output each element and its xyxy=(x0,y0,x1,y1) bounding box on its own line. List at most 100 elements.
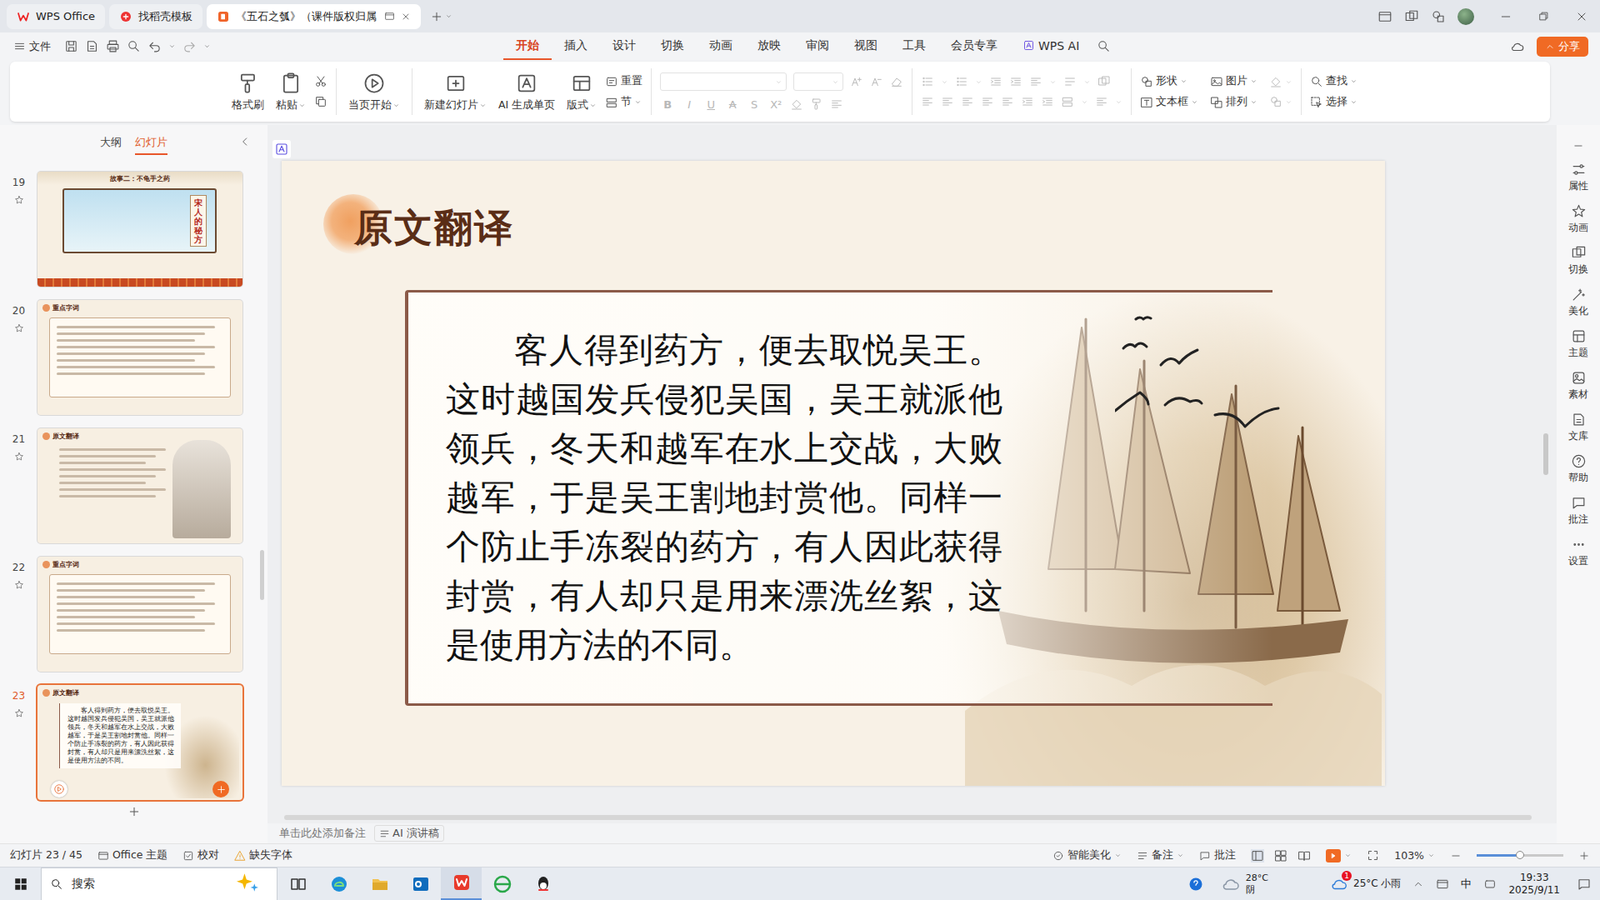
ai-speech-button[interactable]: AI 演讲稿 xyxy=(374,825,445,842)
tab-label: 找稻壳模板 xyxy=(138,9,193,25)
format-button[interactable]: I xyxy=(681,98,697,111)
panel-tab[interactable]: 幻灯片 xyxy=(135,131,168,155)
weather-now[interactable]: 125°C 小雨 xyxy=(1330,875,1401,894)
ribbon-tab[interactable]: 放映 xyxy=(745,32,794,60)
ribbon-tab[interactable]: 工具 xyxy=(890,32,939,60)
find-button[interactable]: 查找 xyxy=(1310,74,1358,89)
taskbar-app[interactable] xyxy=(318,867,360,900)
bullets-icon xyxy=(920,75,935,89)
tab-label: 放映 xyxy=(757,38,781,54)
taskbar-app[interactable] xyxy=(359,867,400,900)
slideshow[interactable] xyxy=(1325,849,1352,863)
slide-thumbnail[interactable]: 原文翻译客人得到药方，便去取悦吴王。这时越国发兵侵犯吴国，吴王就派他领兵，冬天和… xyxy=(37,685,243,800)
collapse-panel[interactable] xyxy=(239,135,251,150)
ribbon-tab[interactable]: WPS AI xyxy=(1010,32,1092,60)
ribbon-tabs: 开始插入设计切换动画放映审阅视图工具会员专享WPS AI xyxy=(503,32,1092,60)
reset-button[interactable]: 重置 xyxy=(605,74,643,89)
layout-button[interactable]: 版式 xyxy=(563,70,600,115)
ribbon-tab[interactable]: 视图 xyxy=(841,32,890,60)
taskbar-search[interactable]: 搜索 xyxy=(40,867,278,900)
slide-thumbnail[interactable]: 故事二：不龟手之药宋人的秘方 xyxy=(37,171,243,287)
arrange-button[interactable]: 排列 xyxy=(1210,95,1258,110)
side-tool[interactable]: 素材 xyxy=(1568,370,1589,405)
side-tool[interactable]: 美化 xyxy=(1568,286,1589,322)
ribbon-tab[interactable]: 切换 xyxy=(648,32,697,60)
slide-thumbnail[interactable]: 重点字词 xyxy=(37,300,243,415)
panel-tab[interactable]: 大纲 xyxy=(100,131,122,155)
dropdown-chevron-icon xyxy=(203,42,211,50)
side-tool[interactable]: 批注 xyxy=(1568,495,1589,530)
format-button[interactable]: X² xyxy=(768,98,784,111)
add-slide[interactable] xyxy=(0,800,268,819)
side-tool[interactable]: 切换 xyxy=(1568,245,1589,280)
share-button[interactable]: 分享 xyxy=(1536,36,1589,57)
taskbar-app[interactable] xyxy=(481,867,523,900)
format-button[interactable]: S xyxy=(746,98,762,111)
paste-button[interactable]: 粘贴 xyxy=(272,70,310,115)
side-tool[interactable]: 帮助 xyxy=(1568,453,1589,489)
ai-slide-button[interactable]: AI 生成单页 xyxy=(495,70,559,115)
taskbar-app[interactable] xyxy=(522,867,564,900)
notes-placeholder[interactable]: 单击此处添加备注 xyxy=(279,825,366,841)
format-button[interactable]: B xyxy=(660,98,675,111)
select-button[interactable]: 选择 xyxy=(1310,95,1358,110)
dropdown-chevron-icon xyxy=(392,101,400,110)
zoom-slider[interactable] xyxy=(1476,854,1564,857)
document-tab[interactable]: 找稻壳模板 xyxy=(109,4,203,30)
format-painter-button[interactable]: 格式刷 xyxy=(228,70,268,115)
dropdown-chevron-icon xyxy=(1344,851,1352,860)
ribbon-tab[interactable]: 会员专享 xyxy=(938,32,1010,60)
side-tool[interactable]: 属性 xyxy=(1568,161,1589,197)
vertical-scrollbar[interactable] xyxy=(1543,125,1550,812)
ribbon-tab[interactable]: 插入 xyxy=(551,32,600,60)
ribbon-tab[interactable]: 开始 xyxy=(503,32,552,60)
document-tab[interactable]: WPS Office xyxy=(6,4,105,30)
smart-beautify[interactable]: 智能美化 xyxy=(1052,848,1122,863)
slide-title[interactable]: 原文翻译 xyxy=(354,202,515,255)
scroll-track xyxy=(284,815,1532,820)
slide-body-text[interactable]: 客人得到药方，便去取悦吴王。这时越国发兵侵犯吴国，吴王就派他领兵，冬天和越军在水… xyxy=(445,325,1003,670)
ai-assistant[interactable] xyxy=(272,140,291,159)
slideshow-button[interactable]: 当页开始 xyxy=(345,70,404,115)
image-button[interactable]: 图片 xyxy=(1210,74,1258,89)
horizontal-scrollbar[interactable] xyxy=(267,811,1557,824)
format-button[interactable]: A xyxy=(725,98,740,111)
theme-name[interactable]: Office 主题 xyxy=(97,848,168,863)
side-tool[interactable]: 文库 xyxy=(1568,411,1589,447)
slide-thumbnail[interactable]: 重点字词 xyxy=(37,556,243,672)
section-button[interactable]: 节 xyxy=(605,95,643,110)
taskbar-app[interactable] xyxy=(400,867,441,900)
taskbar-app[interactable] xyxy=(277,867,319,900)
format-button[interactable]: U xyxy=(703,98,719,111)
clock[interactable]: 19:332025/9/11 xyxy=(1508,871,1560,897)
arrange-icon xyxy=(1210,95,1224,110)
start-button[interactable] xyxy=(0,867,41,900)
slide-thumbnail[interactable]: 原文翻译 xyxy=(37,428,243,544)
font-size-field[interactable] xyxy=(793,72,844,91)
document-tab[interactable]: 《五石之瓠》（课件版权归属 xyxy=(206,4,421,30)
notes-toggle[interactable]: 备注 xyxy=(1136,848,1185,863)
side-tool[interactable]: 设置 xyxy=(1568,536,1589,572)
ribbon-tab[interactable]: 动画 xyxy=(696,32,745,60)
zoom-level[interactable]: 103% xyxy=(1394,849,1435,862)
new-slide-button[interactable]: 新建幻灯片 xyxy=(420,70,490,115)
side-tool[interactable]: 主题 xyxy=(1568,328,1589,364)
missing-font[interactable]: 缺失字体 xyxy=(234,848,293,863)
format-row: BIUAS X² xyxy=(660,97,904,111)
proofing[interactable]: 校对 xyxy=(182,848,220,863)
taskbar-app[interactable] xyxy=(440,867,482,900)
font-name-field[interactable] xyxy=(660,72,787,91)
new-tab-button[interactable] xyxy=(430,10,453,24)
side-tool[interactable]: 动画 xyxy=(1568,203,1589,239)
file-menu[interactable]: 文件 xyxy=(13,39,51,55)
input-switch-icon xyxy=(1435,877,1450,891)
textbox-button[interactable]: 文本框 xyxy=(1140,95,1199,110)
play-from-here[interactable] xyxy=(50,780,68,798)
shape-button[interactable]: 形状 xyxy=(1140,74,1199,89)
add-slide-after[interactable] xyxy=(212,780,230,798)
comments-toggle[interactable]: 批注 xyxy=(1199,848,1236,863)
weather[interactable]: 28°C阴 xyxy=(1187,872,1319,896)
ribbon-tab[interactable]: 设计 xyxy=(600,32,649,60)
ime-indicator[interactable]: 中 xyxy=(1460,876,1472,892)
ribbon-tab[interactable]: 审阅 xyxy=(793,32,842,60)
